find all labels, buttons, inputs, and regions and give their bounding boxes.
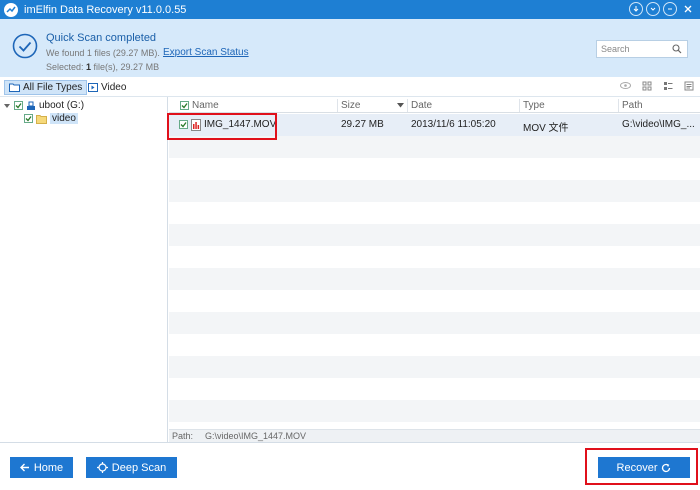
close-icon[interactable]	[680, 2, 696, 16]
tab-all-file-types-label: All File Types	[23, 82, 83, 93]
path-label: Path:	[172, 431, 194, 441]
details-view-icon[interactable]	[684, 81, 694, 91]
file-type-bar: All File Types Video	[0, 77, 700, 97]
download-icon[interactable]	[629, 2, 643, 16]
recover-button-highlight	[585, 448, 698, 485]
path-bar: Path: G:\video\IMG_1447.MOV	[169, 429, 700, 442]
drive-label: uboot (G:)	[39, 100, 85, 111]
usb-drive-icon	[27, 101, 35, 110]
video-folder-checkbox[interactable]	[24, 114, 33, 123]
column-type-label: Type	[523, 100, 545, 111]
drive-checkbox[interactable]	[14, 101, 23, 110]
scan-status-title: Quick Scan completed	[46, 32, 157, 44]
row-size: 29.27 MB	[341, 119, 384, 130]
preview-eye-icon[interactable]	[620, 81, 631, 90]
scan-complete-check-icon	[12, 33, 38, 59]
title-bar: imElfin Data Recovery v11.0.0.55	[0, 0, 700, 19]
tab-video-label: Video	[101, 82, 127, 93]
minimize-icon[interactable]	[663, 2, 677, 16]
tab-video[interactable]: Video	[84, 80, 130, 95]
files-found-text: We found 1 files (29.27 MB).	[46, 48, 160, 58]
video-icon	[88, 83, 98, 92]
file-table: Name Size Date Type Path IMG_1447.MOV 29…	[169, 97, 700, 429]
menu-chevron-icon[interactable]	[646, 2, 660, 16]
deep-scan-button[interactable]: Deep Scan	[86, 457, 177, 478]
tab-all-file-types[interactable]: All File Types	[4, 80, 88, 95]
crosshair-icon	[96, 462, 108, 473]
search-placeholder: Search	[601, 44, 630, 54]
app-logo-icon	[4, 2, 18, 17]
column-type[interactable]: Type	[519, 99, 619, 112]
tree-item-video-folder[interactable]: video	[24, 113, 78, 124]
home-button[interactable]: Home	[10, 457, 73, 478]
selected-file-highlight	[167, 113, 277, 140]
search-icon[interactable]	[672, 44, 682, 54]
column-name-label: Name	[192, 100, 219, 111]
column-date-label: Date	[411, 100, 433, 111]
grid-view-icon[interactable]	[642, 81, 652, 91]
arrow-left-icon	[19, 463, 29, 472]
column-date[interactable]: Date	[407, 99, 519, 112]
folder-icon	[9, 83, 20, 92]
path-value: G:\video\IMG_1447.MOV	[205, 431, 307, 441]
column-name[interactable]: Name	[177, 99, 219, 112]
select-all-checkbox[interactable]	[180, 101, 189, 110]
table-body	[169, 114, 700, 429]
row-type: MOV 文件	[523, 123, 569, 134]
scan-status-header: Quick Scan completed We found 1 files (2…	[0, 19, 700, 77]
selected-summary: Selected: 1 file(s), 29.27 MB	[46, 62, 160, 72]
column-path[interactable]: Path	[618, 99, 700, 112]
row-date: 2013/11/6 11:05:20	[411, 119, 496, 130]
column-size[interactable]: Size	[337, 99, 407, 112]
search-input[interactable]: Search	[596, 40, 688, 58]
window-title: imElfin Data Recovery v11.0.0.55	[24, 3, 187, 16]
folder-icon	[36, 114, 47, 124]
row-path: G:\video\IMG_...	[622, 119, 695, 130]
collapse-arrow-icon[interactable]	[3, 102, 11, 110]
list-view-icon[interactable]	[663, 81, 673, 91]
column-size-label: Size	[341, 100, 361, 111]
home-button-label: Home	[33, 461, 64, 474]
tree-item-drive[interactable]: uboot (G:)	[3, 100, 84, 111]
table-header: Name Size Date Type Path	[169, 97, 700, 113]
deep-scan-button-label: Deep Scan	[111, 461, 167, 474]
export-scan-status-link[interactable]: Export Scan Status	[163, 47, 249, 58]
sort-desc-icon	[397, 103, 404, 108]
folder-tree: uboot (G:) video	[0, 97, 168, 442]
column-path-label: Path	[622, 100, 643, 111]
folder-label: video	[50, 113, 78, 124]
